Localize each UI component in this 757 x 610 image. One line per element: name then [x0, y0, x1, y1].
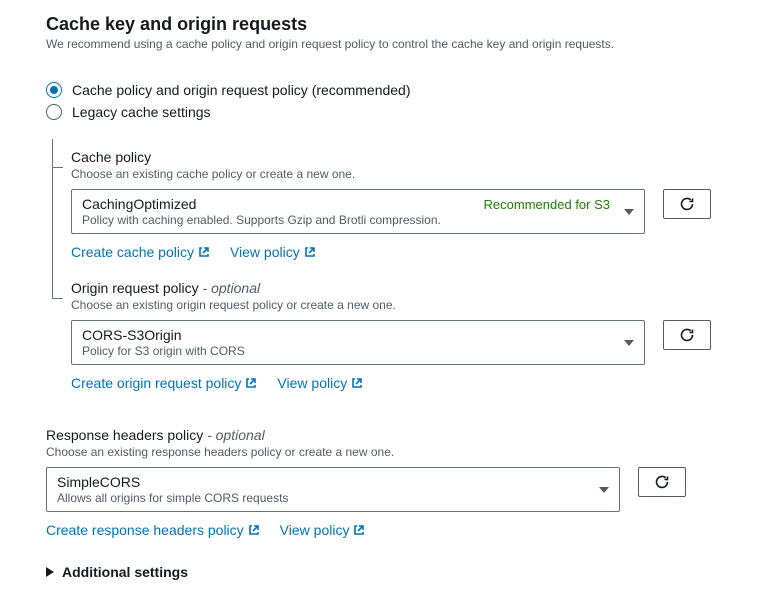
external-link-icon: [351, 377, 363, 389]
view-cache-policy-link[interactable]: View policy: [230, 244, 316, 260]
section-subtitle: We recommend using a cache policy and or…: [46, 37, 717, 51]
response-headers-policy-selected: SimpleCORS: [57, 474, 140, 490]
caret-down-icon: [599, 487, 609, 493]
origin-request-policy-branch: Origin request policy - optional Choose …: [53, 270, 717, 401]
cache-policy-selected-desc: Policy with caching enabled. Supports Gz…: [82, 213, 610, 227]
external-link-icon: [198, 246, 210, 258]
cache-policy-refresh-button[interactable]: [663, 189, 711, 219]
link-text: View policy: [280, 522, 350, 538]
origin-request-policy-selected-desc: Policy for S3 origin with CORS: [82, 344, 610, 358]
create-response-headers-policy-link[interactable]: Create response headers policy: [46, 522, 260, 538]
caret-down-icon: [624, 209, 634, 215]
external-link-icon: [353, 524, 365, 536]
link-text: View policy: [230, 244, 300, 260]
link-text: Create cache policy: [71, 244, 194, 260]
caret-down-icon: [624, 340, 634, 346]
create-origin-request-policy-link[interactable]: Create origin request policy: [71, 375, 257, 391]
additional-settings-toggle[interactable]: Additional settings: [46, 564, 717, 580]
link-text: Create response headers policy: [46, 522, 244, 538]
refresh-icon: [654, 474, 670, 490]
response-headers-policy-label: Response headers policy - optional: [46, 427, 717, 443]
view-response-headers-policy-link[interactable]: View policy: [280, 522, 366, 538]
origin-request-policy-label: Origin request policy - optional: [71, 280, 717, 296]
response-headers-policy-refresh-button[interactable]: [638, 467, 686, 497]
radio-icon: [46, 82, 62, 98]
create-cache-policy-link[interactable]: Create cache policy: [71, 244, 210, 260]
refresh-icon: [679, 196, 695, 212]
cache-mode-radio-group: Cache policy and origin request policy (…: [46, 79, 717, 123]
section-title: Cache key and origin requests: [46, 14, 717, 35]
view-origin-request-policy-link[interactable]: View policy: [277, 375, 363, 391]
response-headers-policy-hint: Choose an existing response headers poli…: [46, 445, 717, 459]
response-headers-policy-selected-desc: Allows all origins for simple CORS reque…: [57, 491, 585, 505]
cache-policy-select[interactable]: CachingOptimized Recommended for S3 Poli…: [71, 189, 645, 234]
cache-policy-selected: CachingOptimized: [82, 196, 196, 212]
response-headers-policy-block: Response headers policy - optional Choos…: [46, 427, 717, 538]
response-headers-policy-select[interactable]: SimpleCORS Allows all origins for simple…: [46, 467, 620, 512]
cache-policy-recommended-tag: Recommended for S3: [484, 197, 610, 212]
link-text: View policy: [277, 375, 347, 391]
radio-icon: [46, 104, 62, 120]
external-link-icon: [248, 524, 260, 536]
caret-right-icon: [46, 567, 54, 577]
origin-request-policy-hint: Choose an existing origin request policy…: [71, 298, 717, 312]
external-link-icon: [245, 377, 257, 389]
link-text: Create origin request policy: [71, 375, 241, 391]
cache-policy-hint: Choose an existing cache policy or creat…: [71, 167, 717, 181]
origin-request-policy-selected: CORS-S3Origin: [82, 327, 182, 343]
cache-policy-label: Cache policy: [71, 149, 717, 165]
radio-legacy[interactable]: Legacy cache settings: [46, 101, 717, 123]
origin-request-policy-refresh-button[interactable]: [663, 320, 711, 350]
additional-settings-label: Additional settings: [62, 564, 188, 580]
radio-recommended-label: Cache policy and origin request policy (…: [72, 82, 411, 98]
policy-tree: Cache policy Choose an existing cache po…: [52, 139, 717, 401]
refresh-icon: [679, 327, 695, 343]
radio-recommended[interactable]: Cache policy and origin request policy (…: [46, 79, 717, 101]
origin-request-policy-select[interactable]: CORS-S3Origin Policy for S3 origin with …: [71, 320, 645, 365]
external-link-icon: [304, 246, 316, 258]
radio-legacy-label: Legacy cache settings: [72, 104, 211, 120]
cache-policy-branch: Cache policy Choose an existing cache po…: [53, 139, 717, 270]
